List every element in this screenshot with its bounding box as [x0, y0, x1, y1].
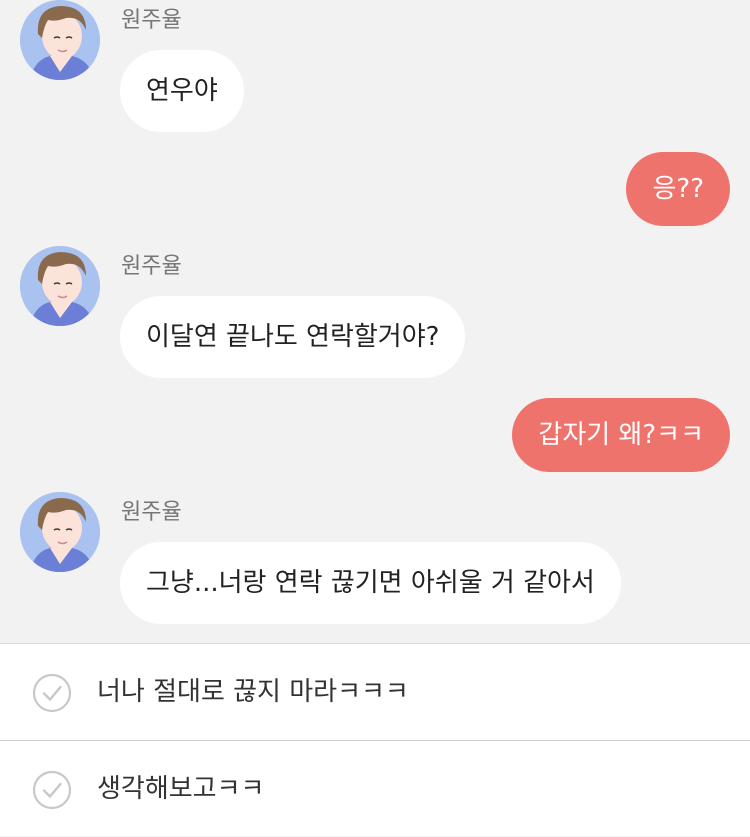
chat-area: 원주율 연우야 응?? 원주율 이달연 끝나도 연락할거야? 갑자기 왜?ㅋㅋ …	[0, 0, 750, 643]
reply-choice-label: 너나 절대로 끊지 마라ㅋㅋㅋ	[97, 677, 409, 707]
outgoing-message-bubble: 갑자기 왜?ㅋㅋ	[512, 398, 730, 472]
avatar-portrait-icon	[20, 0, 100, 80]
incoming-message-bubble: 이달연 끝나도 연락할거야?	[120, 296, 466, 378]
sender-name: 원주율	[121, 8, 182, 33]
sender-name: 원주율	[121, 500, 182, 525]
sender-avatar[interactable]	[20, 0, 100, 80]
avatar-portrait-icon	[20, 492, 100, 572]
check-circle-icon	[32, 770, 72, 810]
incoming-message-bubble: 연우야	[120, 50, 244, 132]
sender-name: 원주율	[121, 254, 182, 279]
outgoing-message-bubble: 응??	[626, 152, 730, 226]
check-circle-icon	[32, 673, 72, 713]
reply-choices-panel: 너나 절대로 끊지 마라ㅋㅋㅋ 생각해보고ㅋㅋ	[0, 643, 750, 836]
sender-avatar[interactable]	[20, 492, 100, 572]
reply-choice-label: 생각해보고ㅋㅋ	[97, 774, 265, 804]
avatar-portrait-icon	[20, 246, 100, 326]
reply-choice-2[interactable]: 생각해보고ㅋㅋ	[0, 741, 750, 837]
sender-avatar[interactable]	[20, 246, 100, 326]
reply-choice-1[interactable]: 너나 절대로 끊지 마라ㅋㅋㅋ	[0, 644, 750, 741]
incoming-message-bubble: 그냥...너랑 연락 끊기면 아쉬울 거 같아서	[120, 542, 621, 624]
